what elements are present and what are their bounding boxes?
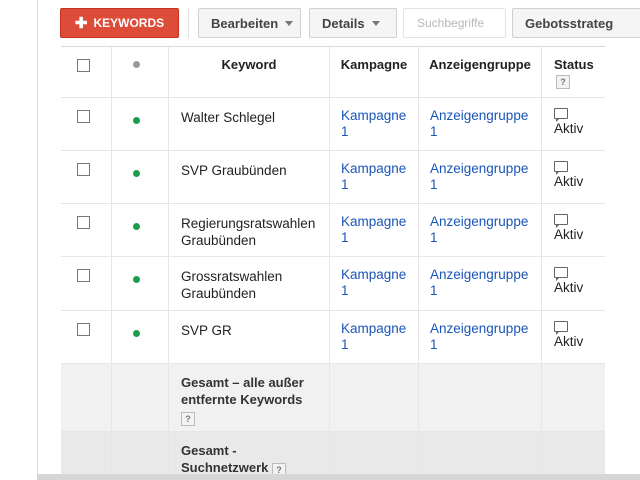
ad-group-link[interactable]: Anzeigengruppe 1 (430, 161, 537, 193)
edit-dropdown-button[interactable]: Bearbeiten (198, 8, 301, 38)
add-keywords-label: KEYWORDS (93, 16, 165, 30)
status-dot-icon (133, 223, 140, 230)
header-select-cell (61, 47, 112, 97)
help-icon[interactable]: ? (181, 411, 195, 426)
details-dropdown-button[interactable]: Details (309, 8, 397, 38)
chevron-down-icon (371, 20, 380, 26)
keyword-text: Grossratswahlen Graubünden (181, 269, 283, 301)
table-row: SVP Graubünden Kampagne 1 Anzeigengruppe… (61, 151, 605, 204)
ad-group-link[interactable]: Anzeigengruppe 1 (430, 267, 537, 299)
campaign-link[interactable]: Kampagne 1 (341, 267, 414, 299)
status-text: Aktiv (554, 174, 584, 189)
campaign-link[interactable]: Kampagne 1 (341, 161, 414, 193)
ad-group-link[interactable]: Anzeigengruppe 1 (430, 321, 537, 353)
totals-row-all: Gesamt – alle außer entfernte Keywords ? (61, 364, 605, 432)
plus-icon: ✚ (74, 14, 88, 32)
row-checkbox[interactable] (77, 323, 90, 336)
campaign-link[interactable]: Kampagne 1 (341, 108, 414, 140)
row-checkbox[interactable] (77, 163, 90, 176)
status-dot-icon (133, 170, 140, 177)
table-row: Regierungsratswahlen Graubünden Kampagne… (61, 204, 605, 257)
speech-bubble-icon[interactable] (554, 214, 568, 228)
add-keywords-button[interactable]: ✚ KEYWORDS (60, 8, 179, 38)
totals-all-label: Gesamt – alle außer entfernte Keywords (181, 375, 304, 407)
column-header-keyword[interactable]: Keyword (169, 47, 330, 97)
ad-group-link[interactable]: Anzeigengruppe 1 (430, 214, 537, 246)
horizontal-scrollbar[interactable] (37, 474, 640, 480)
keyword-text: Regierungsratswahlen Graubünden (181, 216, 316, 248)
header-status-dot-cell (112, 47, 169, 97)
speech-bubble-icon[interactable] (554, 267, 568, 281)
totals-search-network-label: Gesamt - Suchnetzwerk (181, 443, 269, 475)
toolbar-divider (188, 8, 189, 38)
row-checkbox[interactable] (77, 110, 90, 123)
column-header-campaign[interactable]: Kampagne (330, 47, 419, 97)
left-panel-edge (0, 0, 38, 480)
status-dot-icon (133, 117, 140, 124)
keyword-text: SVP Graubünden (181, 163, 287, 178)
toolbar: ✚ KEYWORDS Bearbeiten Details Suchbegrif… (37, 0, 640, 46)
bid-strategy-label: Gebotsstrateg (525, 15, 614, 31)
keywords-table: Keyword Kampagne Anzeigengruppe Status ?… (61, 46, 605, 475)
row-checkbox[interactable] (77, 216, 90, 229)
speech-bubble-icon[interactable] (554, 161, 568, 175)
status-header-label: Status (554, 57, 594, 72)
details-label: Details (322, 15, 365, 31)
table-header-row: Keyword Kampagne Anzeigengruppe Status ? (61, 47, 605, 98)
campaign-link[interactable]: Kampagne 1 (341, 321, 414, 353)
table-row: SVP GR Kampagne 1 Anzeigengruppe 1 Aktiv (61, 311, 605, 364)
campaign-link[interactable]: Kampagne 1 (341, 214, 414, 246)
status-text: Aktiv (554, 334, 584, 349)
status-dot-icon (133, 330, 140, 337)
status-dot-icon (133, 276, 140, 283)
column-header-status[interactable]: Status ? (542, 47, 605, 97)
status-text: Aktiv (554, 121, 584, 136)
select-all-checkbox[interactable] (77, 59, 90, 72)
row-checkbox[interactable] (77, 269, 90, 282)
table-row: Walter Schlegel Kampagne 1 Anzeigengrupp… (61, 98, 605, 151)
status-text: Aktiv (554, 227, 584, 242)
ad-group-link[interactable]: Anzeigengruppe 1 (430, 108, 537, 140)
table-row: Grossratswahlen Graubünden Kampagne 1 An… (61, 257, 605, 311)
search-terms-label: Suchbegriffe (417, 16, 485, 30)
status-text: Aktiv (554, 280, 584, 295)
search-terms-button[interactable]: Suchbegriffe (403, 8, 506, 38)
speech-bubble-icon[interactable] (554, 108, 568, 122)
keyword-text: SVP GR (181, 323, 232, 338)
chevron-down-icon (285, 20, 294, 26)
keyword-text: Walter Schlegel (181, 110, 276, 125)
help-icon[interactable]: ? (556, 75, 570, 90)
speech-bubble-icon[interactable] (554, 321, 568, 335)
status-dot-icon (133, 61, 140, 68)
edit-label: Bearbeiten (211, 15, 279, 31)
column-header-ad-group[interactable]: Anzeigengruppe (419, 47, 542, 97)
totals-row-search-network: Gesamt - Suchnetzwerk ? (61, 432, 605, 475)
bid-strategy-button[interactable]: Gebotsstrateg (512, 8, 640, 38)
